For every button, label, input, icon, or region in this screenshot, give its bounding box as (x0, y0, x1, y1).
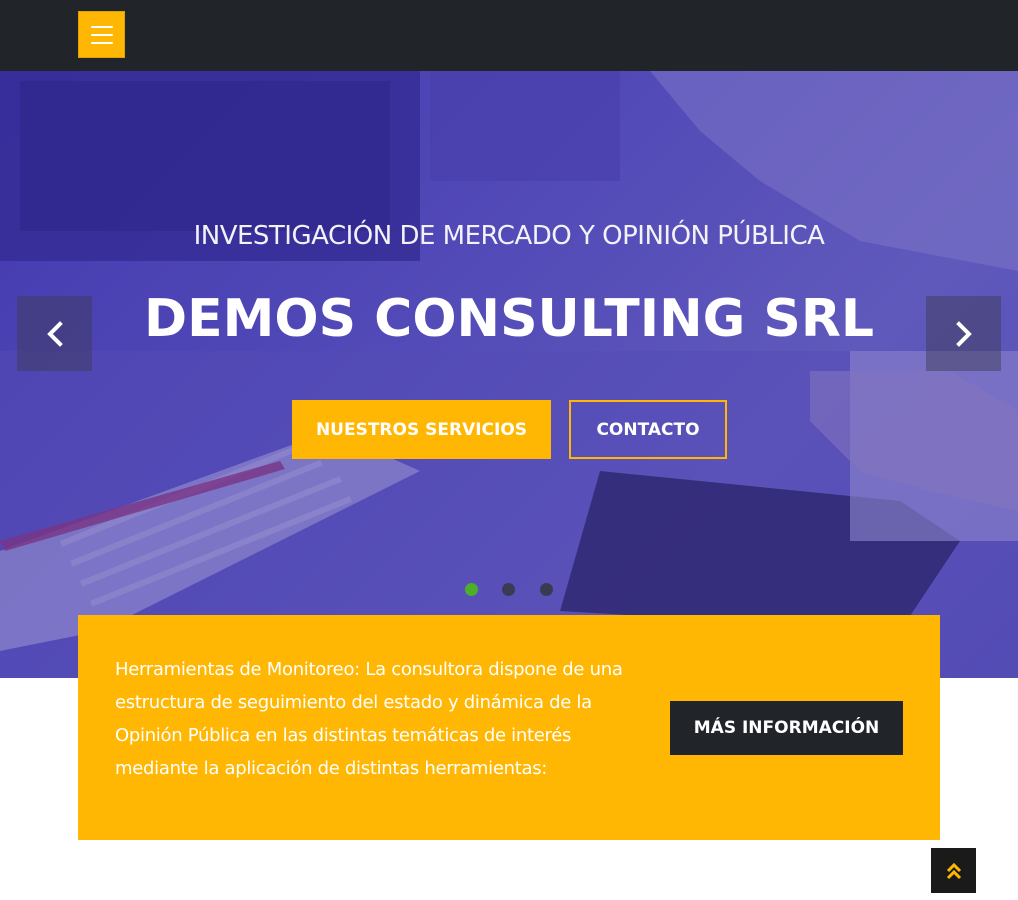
services-button[interactable]: NUESTROS SERVICIOS (292, 400, 551, 459)
hero-title: DEMOS CONSULTING SRL (143, 289, 875, 349)
chevron-left-icon (46, 320, 63, 347)
chevron-right-icon (955, 320, 972, 347)
carousel-indicators (0, 583, 1018, 597)
back-to-top-button[interactable] (931, 848, 976, 893)
carousel-prev-button[interactable] (17, 296, 92, 371)
hero-subtitle: INVESTIGACIÓN DE MERCADO Y OPINIÓN PÚBLI… (193, 221, 825, 251)
hamburger-icon (90, 25, 113, 28)
carousel-indicator-2[interactable] (502, 583, 515, 596)
navbar (0, 0, 1018, 71)
info-text: Herramientas de Monitoreo: La consultora… (115, 659, 623, 779)
contact-button[interactable]: CONTACTO (569, 400, 727, 459)
hero-carousel: INVESTIGACIÓN DE MERCADO Y OPINIÓN PÚBLI… (0, 71, 1018, 678)
menu-toggle-button[interactable] (78, 11, 125, 58)
hamburger-icon (90, 33, 113, 36)
carousel-indicator-1[interactable] (465, 583, 478, 596)
carousel-next-button[interactable] (926, 296, 1001, 371)
more-info-button[interactable]: MÁS INFORMACIÓN (670, 701, 903, 755)
double-chevron-up-icon (946, 862, 961, 879)
hamburger-icon (90, 41, 113, 44)
carousel-indicator-3[interactable] (540, 583, 553, 596)
info-callout: Herramientas de Monitoreo: La consultora… (78, 615, 940, 840)
